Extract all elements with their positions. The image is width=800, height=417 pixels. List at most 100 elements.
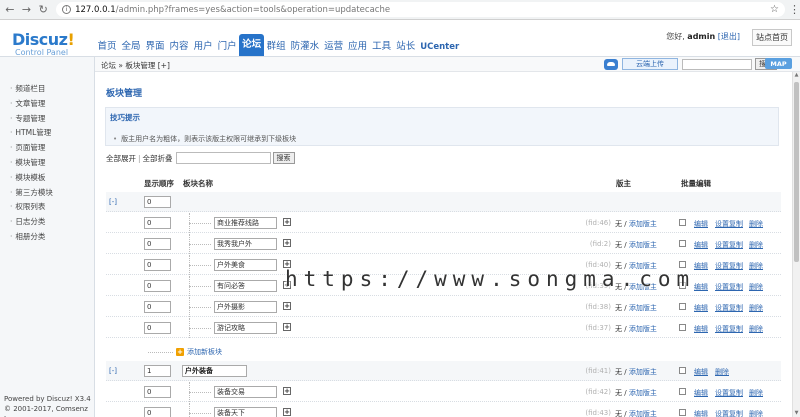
- batch-checkbox[interactable]: [679, 303, 686, 310]
- site-home-button[interactable]: 站点首页: [752, 29, 792, 46]
- forum-name-input[interactable]: 有问必答: [214, 280, 277, 292]
- batch-checkbox[interactable]: [679, 409, 686, 416]
- display-order-input[interactable]: 0: [144, 301, 171, 313]
- batch-checkbox[interactable]: [679, 324, 686, 331]
- forum-name-input[interactable]: 户外摄影: [214, 301, 277, 313]
- batch-checkbox[interactable]: [679, 388, 686, 395]
- edit-link[interactable]: 编辑: [694, 367, 708, 377]
- forum-name-input[interactable]: 我秀我户外: [214, 238, 277, 250]
- nav-apps[interactable]: 应用: [346, 38, 370, 56]
- display-order-input[interactable]: 0: [144, 238, 171, 250]
- add-subforum-icon[interactable]: +: [283, 239, 291, 247]
- add-moderator-link[interactable]: 添加版主: [629, 410, 657, 417]
- display-order-input[interactable]: 0: [144, 386, 171, 398]
- delete-link[interactable]: 删除: [749, 282, 763, 292]
- sidebar-item-article[interactable]: 文章管理: [0, 97, 94, 112]
- copy-settings-link[interactable]: 设置复制: [715, 282, 743, 292]
- forum-name-input[interactable]: 装备交易: [214, 386, 277, 398]
- copy-settings-link[interactable]: 设置复制: [715, 303, 743, 313]
- nav-antispam[interactable]: 防灌水: [288, 38, 322, 56]
- nav-tools[interactable]: 工具: [370, 38, 394, 56]
- copy-settings-link[interactable]: 设置复制: [715, 409, 743, 417]
- collapse-all-link[interactable]: 全部折叠: [143, 153, 173, 164]
- delete-link[interactable]: 删除: [749, 388, 763, 398]
- display-order-input[interactable]: 0: [144, 322, 171, 334]
- edit-link[interactable]: 编辑: [694, 409, 708, 417]
- edit-link[interactable]: 编辑: [694, 282, 708, 292]
- forum-name-input[interactable]: 装备天下: [214, 407, 277, 417]
- batch-checkbox[interactable]: [679, 240, 686, 247]
- forward-icon[interactable]: →: [20, 3, 34, 17]
- display-order-input[interactable]: 0: [144, 196, 171, 208]
- scroll-up-icon[interactable]: ▲: [793, 72, 800, 79]
- add-subforum-icon[interactable]: +: [283, 408, 291, 416]
- back-icon[interactable]: ←: [3, 3, 17, 17]
- nav-style[interactable]: 界面: [143, 38, 167, 56]
- copy-settings-link[interactable]: 设置复制: [715, 388, 743, 398]
- edit-link[interactable]: 编辑: [694, 303, 708, 313]
- nav-content[interactable]: 内容: [167, 38, 191, 56]
- browser-menu-icon[interactable]: ⋮: [789, 3, 800, 16]
- display-order-input[interactable]: 0: [144, 217, 171, 229]
- nav-operation[interactable]: 运营: [322, 38, 346, 56]
- forum-name-input[interactable]: 户外美食: [214, 259, 277, 271]
- delete-link[interactable]: 删除: [715, 367, 729, 377]
- page-scrollbar[interactable]: ▲ ▼: [792, 72, 800, 417]
- edit-link[interactable]: 编辑: [694, 324, 708, 334]
- batch-checkbox[interactable]: [679, 219, 686, 226]
- forum-search-button[interactable]: 搜索: [272, 152, 295, 164]
- sidebar-item-permission[interactable]: 权限列表: [0, 200, 94, 215]
- reload-icon[interactable]: ↻: [36, 3, 50, 17]
- sidebar-item-third-party[interactable]: 第三方模块: [0, 186, 94, 201]
- forum-name-input[interactable]: 游记攻略: [214, 322, 277, 334]
- nav-portal[interactable]: 门户: [215, 38, 239, 56]
- forum-name-input[interactable]: 商业推荐线路: [214, 217, 277, 229]
- bookmark-star-icon[interactable]: ☆: [770, 4, 779, 15]
- display-order-input[interactable]: 0: [144, 280, 171, 292]
- edit-link[interactable]: 编辑: [694, 240, 708, 250]
- sidebar-item-page[interactable]: 页面管理: [0, 141, 94, 156]
- add-moderator-link[interactable]: 添加版主: [629, 368, 657, 376]
- add-subforum-icon[interactable]: +: [283, 302, 291, 310]
- display-order-input[interactable]: 1: [144, 365, 171, 377]
- edit-link[interactable]: 编辑: [694, 388, 708, 398]
- forum-search-input[interactable]: [175, 152, 271, 164]
- nav-global[interactable]: 全局: [119, 38, 143, 56]
- nav-home[interactable]: 首页: [95, 38, 119, 56]
- add-moderator-link[interactable]: 添加版主: [629, 304, 657, 312]
- add-subforum-icon[interactable]: +: [283, 323, 291, 331]
- nav-user[interactable]: 用户: [191, 38, 215, 56]
- forum-name-input[interactable]: 户外装备: [182, 365, 247, 377]
- display-order-input[interactable]: 0: [144, 259, 171, 271]
- edit-link[interactable]: 编辑: [694, 219, 708, 229]
- nav-forum[interactable]: 论坛: [239, 34, 265, 56]
- sidebar-item-album-category[interactable]: 相册分类: [0, 230, 94, 245]
- scroll-down-icon[interactable]: ▼: [793, 410, 800, 417]
- collapse-toggle[interactable]: [-]: [109, 367, 117, 375]
- nav-founder[interactable]: 站长: [394, 38, 418, 56]
- batch-checkbox[interactable]: [679, 367, 686, 374]
- copy-settings-link[interactable]: 设置复制: [715, 324, 743, 334]
- delete-link[interactable]: 删除: [749, 240, 763, 250]
- add-moderator-link[interactable]: 添加版主: [629, 325, 657, 333]
- expand-all-link[interactable]: 全部展开: [106, 153, 136, 164]
- cloud-icon[interactable]: [604, 58, 618, 70]
- sidebar-item-block[interactable]: 模块管理: [0, 156, 94, 171]
- sidebar-item-channel[interactable]: 频道栏目: [0, 82, 94, 97]
- copy-settings-link[interactable]: 设置复制: [715, 261, 743, 271]
- sidebar-item-html[interactable]: HTML管理: [0, 126, 94, 141]
- add-subforum-icon[interactable]: +: [283, 218, 291, 226]
- add-subforum-icon[interactable]: +: [283, 387, 291, 395]
- copy-settings-link[interactable]: 设置复制: [715, 240, 743, 250]
- add-moderator-link[interactable]: 添加版主: [629, 220, 657, 228]
- sidebar-item-topic[interactable]: 专题管理: [0, 112, 94, 127]
- nav-ucenter[interactable]: UCenter: [418, 42, 462, 56]
- quick-search-input[interactable]: [682, 58, 752, 70]
- logout-link[interactable]: [退出]: [718, 32, 740, 41]
- map-button[interactable]: MAP: [765, 58, 792, 69]
- delete-link[interactable]: 删除: [749, 324, 763, 334]
- add-new-block-label[interactable]: 添加新板块: [187, 347, 222, 357]
- edit-link[interactable]: 编辑: [694, 261, 708, 271]
- delete-link[interactable]: 删除: [749, 261, 763, 271]
- address-bar[interactable]: i 127.0.0.1/admin.php?frames=yes&action=…: [56, 2, 785, 17]
